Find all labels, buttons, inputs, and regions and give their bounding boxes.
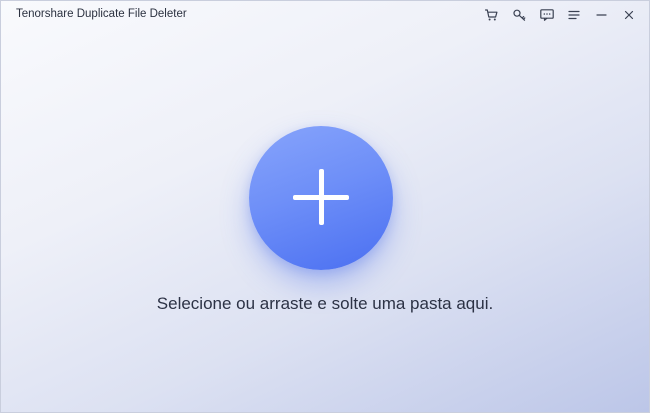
feedback-icon [539, 9, 554, 21]
cart-button[interactable] [478, 5, 506, 25]
minimize-button[interactable] [588, 5, 616, 25]
menu-icon [568, 10, 580, 20]
drop-hint-text: Selecione ou arraste e solte uma pasta a… [156, 294, 494, 313]
feedback-button[interactable] [533, 5, 561, 25]
app-window: Tenorshare Duplicate File Deleter Seleci… [0, 0, 650, 413]
register-button[interactable] [506, 5, 534, 25]
title-bar[interactable]: Tenorshare Duplicate File Deleter [1, 1, 649, 29]
add-folder-button[interactable] [249, 126, 393, 270]
plus-icon-vertical [319, 169, 324, 225]
window-controls [478, 5, 643, 25]
minimize-icon [596, 10, 607, 20]
close-icon [624, 10, 634, 20]
menu-button[interactable] [561, 5, 589, 25]
key-icon [513, 9, 526, 21]
app-title: Tenorshare Duplicate File Deleter [16, 8, 187, 20]
close-button[interactable] [616, 5, 644, 25]
cart-icon [485, 9, 498, 21]
folder-drop-zone[interactable]: Selecione ou arraste e solte uma pasta a… [1, 29, 649, 412]
